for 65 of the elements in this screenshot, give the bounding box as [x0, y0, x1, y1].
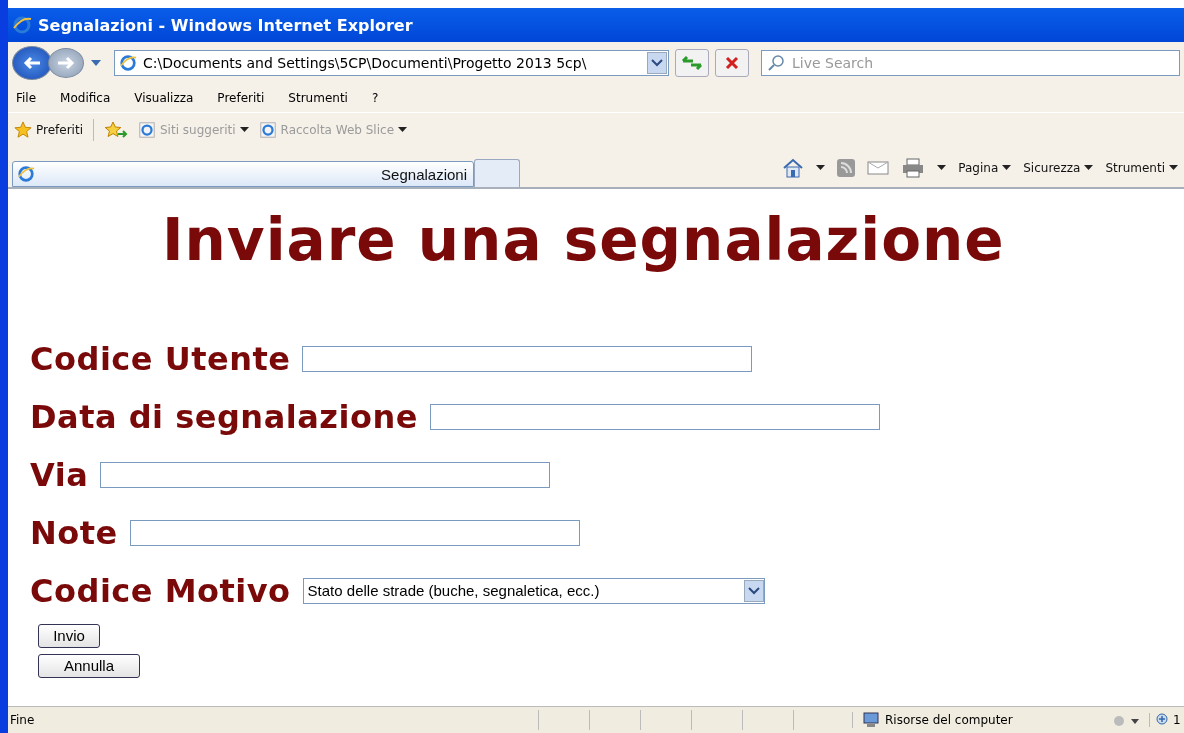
print-icon[interactable] — [901, 158, 926, 178]
chevron-icon — [651, 59, 663, 67]
browser-logo-icon — [119, 54, 137, 72]
field-label: Codice Motivo — [30, 571, 291, 610]
field-label: Codice Utente — [30, 339, 291, 378]
page-heading: Inviare una segnalazione — [162, 207, 1006, 274]
address-field[interactable]: C:\Documents and Settings\5CP\Documenti\Progetto 2013 5cp\ — [114, 50, 669, 76]
command-menu[interactable]: Pagina — [958, 161, 1012, 175]
text-field[interactable] — [429, 403, 880, 430]
caret-icon — [1002, 165, 1012, 171]
search-icon — [767, 54, 785, 72]
command-menu[interactable]: Strumenti — [1105, 161, 1178, 175]
field-label: Via — [30, 455, 89, 494]
new-tab-button[interactable] — [474, 159, 520, 187]
chevron-icon — [747, 586, 760, 595]
page-icon — [138, 121, 156, 139]
forward-button[interactable] — [48, 48, 84, 78]
feed-icon[interactable] — [837, 159, 856, 177]
refresh-arrows-icon — [681, 55, 703, 71]
caret-icon — [398, 127, 407, 133]
form-button[interactable]: Annulla — [38, 653, 140, 678]
field-label: Data di segnalazione — [30, 397, 418, 436]
caret-icon — [937, 165, 947, 171]
refresh-button[interactable] — [675, 49, 709, 77]
add-favorite-icon[interactable] — [104, 121, 128, 139]
menu-item[interactable]: Preferiti — [217, 91, 265, 105]
caret-icon — [1084, 165, 1094, 171]
text-field[interactable] — [302, 345, 753, 372]
forward-arrow-icon — [56, 55, 76, 71]
caret-icon — [239, 127, 249, 133]
browser-logo-icon — [17, 165, 35, 183]
favorites-button[interactable]: Preferiti — [14, 121, 83, 139]
menu-item[interactable]: Modifica — [60, 91, 111, 105]
zone-text: Risorse del computer — [885, 713, 1013, 727]
menu-item[interactable]: Visualizza — [134, 91, 194, 105]
menu-item[interactable]: File — [16, 91, 37, 105]
menu-item[interactable]: Strumenti — [288, 91, 348, 105]
stop-button[interactable] — [715, 49, 749, 77]
mail-icon[interactable] — [867, 161, 890, 175]
status-text: Fine — [9, 713, 36, 727]
caret-icon — [816, 165, 826, 171]
browser-tab[interactable]: Segnalazioni — [12, 161, 474, 187]
close-icon — [724, 55, 740, 71]
form-button[interactable]: Invio — [38, 623, 100, 648]
dropdown-field[interactable]: Stato delle strade (buche, segnaletica, ecc.) — [302, 577, 765, 604]
dropdown-caret-icon[interactable] — [90, 59, 102, 67]
field-label: Note — [30, 513, 118, 552]
zoom-level[interactable]: 1 — [1149, 713, 1181, 727]
browser-logo-icon — [12, 15, 32, 35]
menu-item[interactable]: ? — [371, 91, 379, 105]
magnifier-icon — [1156, 713, 1170, 727]
search-field[interactable]: Live Search — [761, 50, 1180, 76]
window-title: Segnalazioni - Windows Internet Explorer — [38, 15, 413, 35]
command-menu[interactable]: Sicurezza — [1023, 161, 1094, 175]
text-field[interactable] — [129, 519, 580, 546]
star-icon — [14, 121, 32, 139]
protected-mode-icon[interactable] — [1111, 713, 1141, 727]
home-icon[interactable] — [782, 158, 805, 178]
address-dropdown-button[interactable] — [647, 52, 667, 74]
computer-icon — [863, 712, 879, 728]
page-icon — [258, 121, 277, 139]
back-arrow-icon — [22, 55, 42, 71]
text-field[interactable] — [100, 461, 551, 488]
caret-icon — [1169, 165, 1178, 171]
back-button[interactable] — [12, 46, 52, 80]
